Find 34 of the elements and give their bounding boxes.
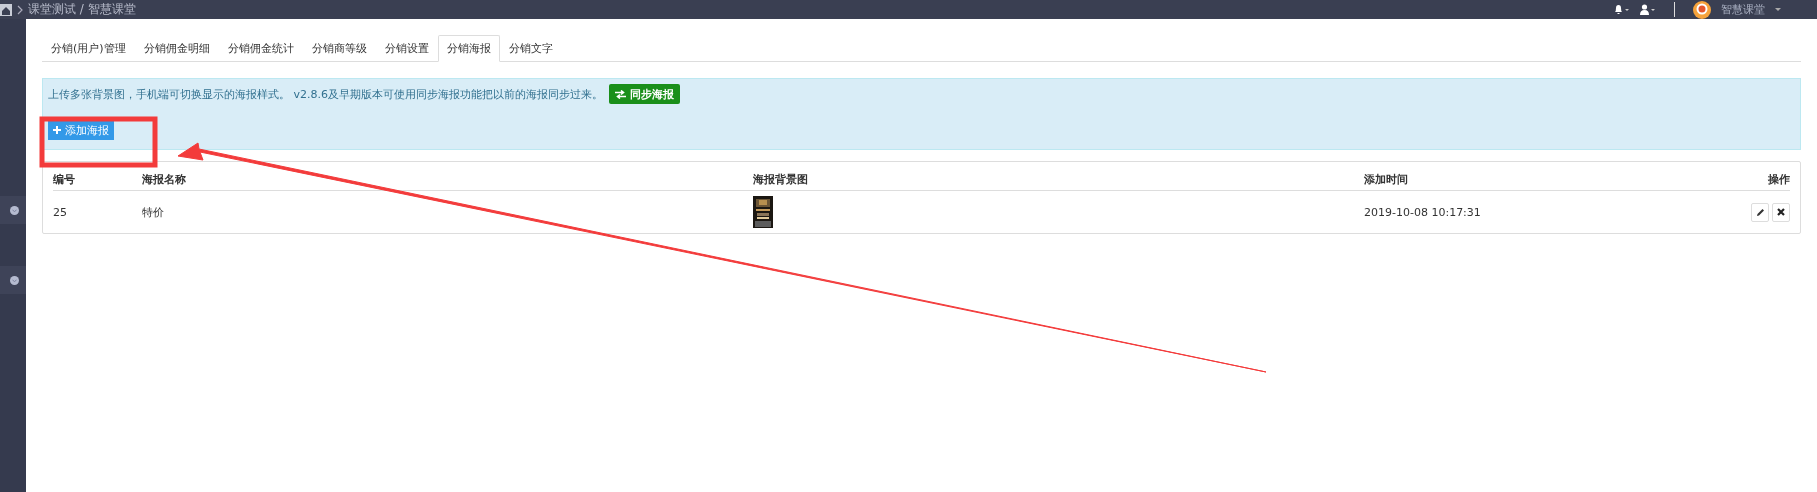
- close-icon: [1777, 208, 1785, 216]
- user-icon[interactable]: [1640, 4, 1656, 15]
- notice-text: 上传多张背景图，手机端可切换显示的海报样式。 v2.8.6及早期版本可使用同步海报功能把以前的海报同步过来。: [48, 86, 603, 102]
- tab[interactable]: 分销文字: [499, 35, 562, 62]
- edit-button[interactable]: [1751, 202, 1769, 222]
- sidebar-item[interactable]: [0, 266, 26, 294]
- column-header: 操作: [1768, 171, 1790, 187]
- table-cell-text: 特价: [142, 204, 165, 220]
- table-cell-text: 2019-10-08 10:17:31: [1364, 205, 1482, 219]
- table-cell-text: 25: [53, 205, 68, 219]
- sync-button[interactable]: 同步海报: [609, 84, 680, 104]
- tab[interactable]: 分销设置: [375, 35, 438, 62]
- delete-button[interactable]: [1772, 202, 1790, 222]
- column-header: 海报背景图: [753, 171, 809, 187]
- home-icon[interactable]: [0, 3, 12, 16]
- tab[interactable]: 分销佣金明细: [134, 35, 219, 62]
- tab[interactable]: 分销(用户)管理: [42, 35, 135, 62]
- tab[interactable]: 分销佣金统计: [218, 35, 303, 62]
- bell-icon[interactable]: [1614, 4, 1630, 15]
- tab[interactable]: 分销商等级: [302, 35, 376, 62]
- tab[interactable]: 分销海报: [437, 35, 500, 62]
- chevron-down-icon: [9, 205, 19, 215]
- sidebar-item[interactable]: [0, 196, 26, 224]
- chevron-down-icon: [9, 275, 19, 285]
- column-header: 海报名称: [142, 171, 187, 187]
- swap-icon: [615, 89, 626, 99]
- chevron-right-icon: [17, 4, 23, 15]
- column-header: 添加时间: [1364, 171, 1409, 187]
- plus-icon: [53, 126, 61, 134]
- caret-icon: [1775, 7, 1781, 12]
- column-header: 编号: [53, 171, 76, 187]
- breadcrumb: 课堂测试 / 智慧课堂: [28, 1, 136, 18]
- pencil-icon: [1755, 207, 1765, 217]
- brand-name[interactable]: 智慧课堂: [1721, 2, 1765, 17]
